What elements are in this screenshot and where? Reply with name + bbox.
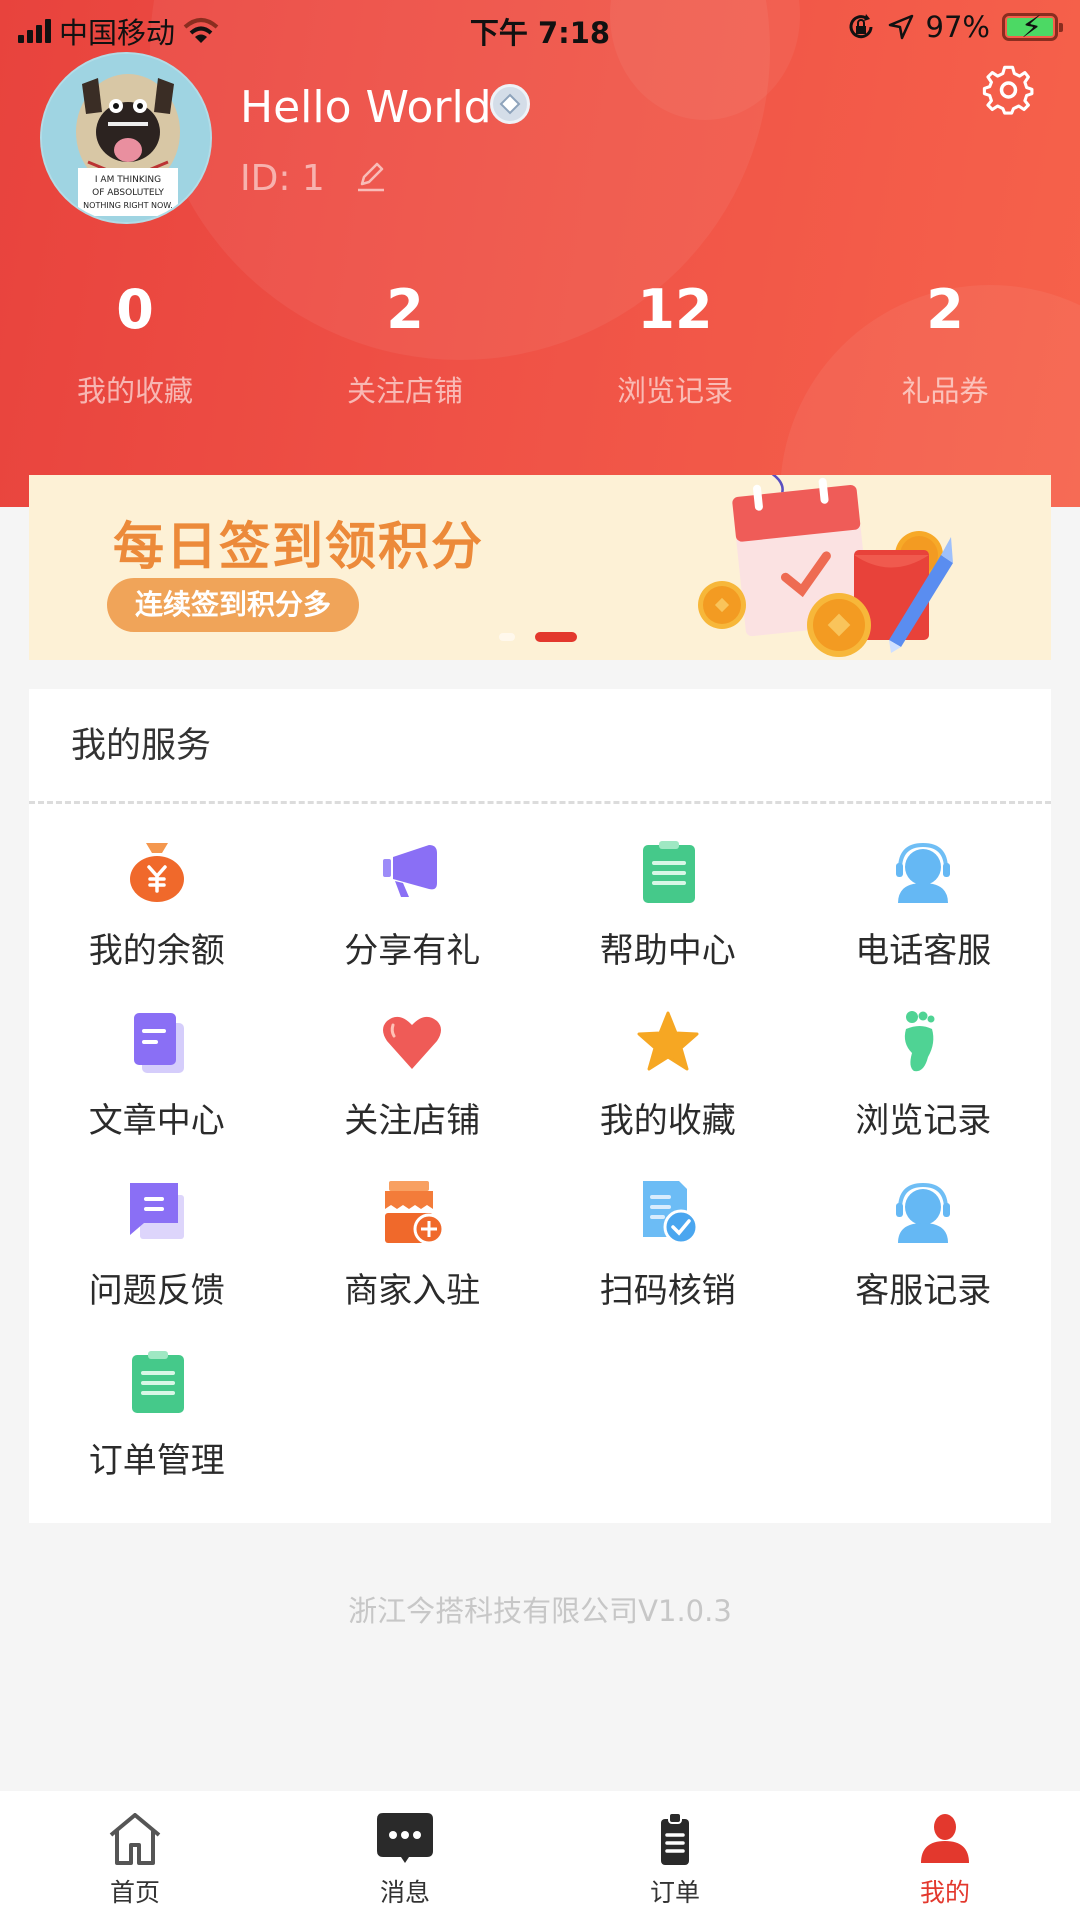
battery-icon: ⚡ [1002,10,1063,45]
stat-label: 我的收藏 [76,374,193,408]
carousel-indicator [499,632,577,642]
service-label: 商家入驻 [344,1271,481,1311]
tab-label: 首页 [109,1878,160,1907]
status-bar: 中国移动 下午 7:18 97% ⚡ [0,0,1080,56]
user-icon [921,1814,969,1863]
stat-browse-history[interactable]: 12 浏览记录 [540,270,810,410]
edit-icon[interactable] [352,158,388,194]
stat-label: 浏览记录 [616,374,733,408]
stats-row: 0 我的收藏 2 关注店铺 12 浏览记录 2 礼品券 [0,270,1080,410]
service-label: 我的余额 [88,931,225,971]
service-merchant-onboarding[interactable]: 商家入驻 [285,1179,541,1349]
service-browse-history[interactable]: 浏览记录 [796,1009,1052,1179]
service-label: 文章中心 [88,1101,225,1141]
service-label: 帮助中心 [599,931,736,971]
stat-value: 0 [116,278,154,341]
clipboard-icon [124,1349,190,1415]
stat-gift-vouchers[interactable]: 2 礼品券 [810,270,1080,410]
store-add-icon [379,1179,445,1245]
svg-text:NOTHING RIGHT NOW.: NOTHING RIGHT NOW. [83,201,173,210]
service-label: 问题反馈 [88,1271,225,1311]
svg-text:OF ABSOLUTELY: OF ABSOLUTELY [92,188,164,198]
username: Hello World [240,82,492,133]
tab-home[interactable]: 首页 [0,1791,270,1920]
verified-badge-icon [490,84,530,124]
service-article-center[interactable]: 文章中心 [29,1009,285,1179]
clipboard-icon [635,839,701,905]
service-label: 我的收藏 [599,1101,736,1141]
banner-subtitle-pill: 连续签到积分多 [107,578,360,632]
settings-gear-icon[interactable] [980,62,1036,118]
carousel-dot[interactable] [499,633,515,641]
service-share-rewards[interactable]: 分享有礼 [285,839,541,1009]
tab-label: 消息 [379,1878,430,1907]
stat-label: 关注店铺 [346,374,463,408]
home-icon [109,1813,161,1865]
stat-followed-stores[interactable]: 2 关注店铺 [270,270,540,410]
location-icon [888,14,913,40]
avatar-image: I AM THINKING OF ABSOLUTELY NOTHING RIGH… [42,54,210,222]
service-label: 电话客服 [855,931,992,971]
tab-messages[interactable]: 消息 [270,1791,540,1920]
service-label: 订单管理 [88,1441,225,1481]
battery-percent: 97% [925,10,990,44]
headset-agent-icon [890,1179,956,1245]
service-help-center[interactable]: 帮助中心 [540,839,796,1009]
tab-label: 我的 [919,1878,970,1907]
service-scan-verify[interactable]: 扫码核销 [540,1179,796,1349]
tab-orders[interactable]: 订单 [540,1791,810,1920]
profile-header: 中国移动 下午 7:18 97% ⚡ I AM THINKING OF ABSO… [0,0,1080,507]
bottom-tab-bar: 首页 消息 订单 我的 [0,1791,1080,1920]
service-followed-stores[interactable]: 关注店铺 [285,1009,541,1179]
stat-value: 12 [637,278,713,341]
stat-favorites[interactable]: 0 我的收藏 [0,270,270,410]
stat-label: 礼品券 [901,374,989,408]
heart-icon [379,1009,445,1075]
calendar-coins-illustration [698,475,953,657]
feedback-icon [124,1179,190,1245]
service-my-favorites[interactable]: 我的收藏 [540,1009,796,1179]
money-bag-icon [124,839,190,905]
company-version-footer: 浙江今搭科技有限公司V1.0.3 [348,1594,732,1628]
message-icon [377,1813,433,1863]
service-label: 分享有礼 [344,931,481,971]
my-services-card: 我的服务 我的余额 分享有礼 帮助中心 电话客服 文章中心 关注店铺 我的收藏 … [29,689,1051,1523]
rotation-lock-icon [849,14,873,39]
svg-text:I AM THINKING: I AM THINKING [95,175,161,185]
section-title: 我的服务 [71,726,212,766]
services-grid: 我的余额 分享有礼 帮助中心 电话客服 文章中心 关注店铺 我的收藏 浏览记录 … [29,839,1051,1519]
order-icon [661,1813,689,1865]
stat-value: 2 [926,278,964,341]
service-support-records[interactable]: 客服记录 [796,1179,1052,1349]
carousel-dot-active[interactable] [535,632,577,642]
stat-value: 2 [386,278,424,341]
service-phone-support[interactable]: 电话客服 [796,839,1052,1009]
tab-mine[interactable]: 我的 [810,1791,1080,1920]
service-label: 扫码核销 [599,1271,736,1311]
article-icon [124,1009,190,1075]
checkin-banner[interactable]: 每日签到领积分 连续签到积分多 [29,475,1051,660]
banner-title: 每日签到领积分 [113,518,485,577]
headset-agent-icon [890,839,956,905]
megaphone-icon [379,839,445,905]
service-order-management[interactable]: 订单管理 [29,1349,285,1519]
footprint-icon [890,1009,956,1075]
service-my-balance[interactable]: 我的余额 [29,839,285,1009]
service-label: 关注店铺 [344,1101,481,1141]
service-feedback[interactable]: 问题反馈 [29,1179,285,1349]
service-label: 浏览记录 [855,1101,992,1141]
avatar[interactable]: I AM THINKING OF ABSOLUTELY NOTHING RIGH… [40,52,212,224]
document-check-icon [635,1179,701,1245]
star-icon [635,1009,701,1075]
dashed-divider [29,801,1051,804]
service-label: 客服记录 [855,1271,992,1311]
tab-label: 订单 [649,1878,700,1907]
user-id: ID: 1 [240,158,325,199]
